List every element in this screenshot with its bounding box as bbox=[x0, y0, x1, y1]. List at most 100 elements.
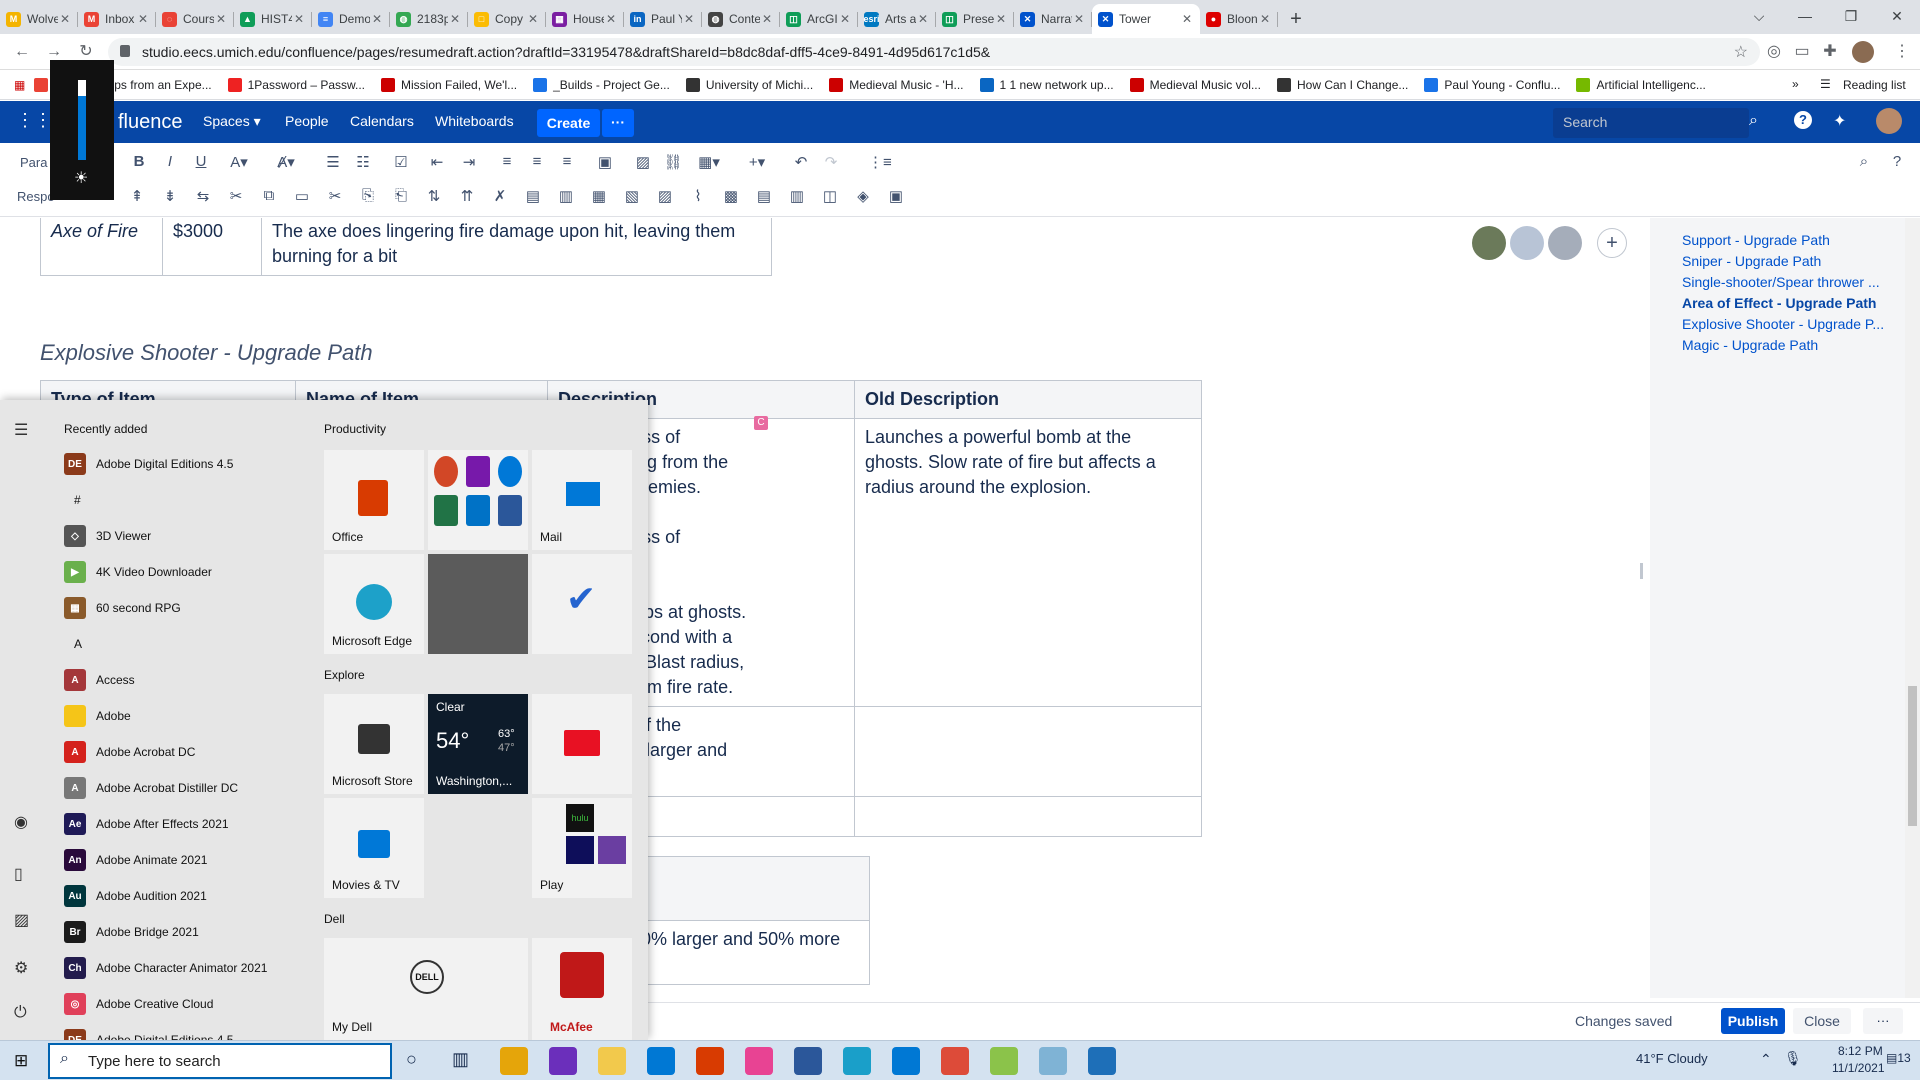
toolbar-help-icon[interactable]: ? bbox=[1886, 153, 1908, 170]
app-list-item[interactable]: ▶ 4K Video Downloader bbox=[64, 558, 304, 586]
bold-icon[interactable]: B bbox=[128, 153, 150, 170]
link-icon[interactable]: ⛓ bbox=[662, 153, 684, 171]
clock-date[interactable]: 11/1/2021 bbox=[1832, 1061, 1885, 1075]
reading-list-label[interactable]: Reading list bbox=[1843, 78, 1906, 92]
italic-icon[interactable]: I bbox=[159, 153, 181, 170]
close-window-button[interactable]: ✕ bbox=[1874, 0, 1920, 32]
tab-close-icon[interactable]: ✕ bbox=[682, 12, 696, 26]
task-list-icon[interactable]: ☑ bbox=[390, 153, 412, 171]
table-tool-icon[interactable]: ⇆ bbox=[192, 187, 214, 205]
align-right-icon[interactable]: ≡ bbox=[556, 153, 578, 170]
table-cell[interactable] bbox=[854, 706, 1202, 797]
table-tool-icon[interactable]: ⇞ bbox=[126, 187, 148, 205]
tab-close-icon[interactable]: ✕ bbox=[58, 12, 72, 26]
align-left-icon[interactable]: ≡ bbox=[496, 153, 518, 170]
app-list-item[interactable]: Adobe bbox=[64, 702, 304, 730]
browser-tab[interactable]: ▲ HIST49✕ bbox=[234, 4, 312, 34]
app-list-item[interactable]: ◎ Adobe Creative Cloud bbox=[64, 990, 304, 1018]
settings-icon[interactable]: ⚙ bbox=[14, 958, 28, 978]
windows-start-icon[interactable]: ⊞ bbox=[14, 1051, 28, 1071]
table-tool-icon[interactable]: ◫ bbox=[819, 187, 841, 205]
taskbar-app-icon[interactable] bbox=[647, 1047, 675, 1075]
tile-my-dell[interactable]: DELL My Dell bbox=[324, 938, 528, 1040]
app-list-item[interactable]: DE Adobe Digital Editions 4.5 bbox=[64, 450, 304, 478]
taskbar-app-icon[interactable] bbox=[745, 1047, 773, 1075]
chrome-menu-icon[interactable]: ⋮ bbox=[1890, 40, 1914, 64]
bookmark-item[interactable]: Artificial Intelligenc... bbox=[1576, 77, 1706, 92]
table-tool-icon[interactable]: ⌇ bbox=[687, 187, 709, 205]
tab-close-icon[interactable]: ✕ bbox=[292, 12, 306, 26]
taskbar-weather[interactable]: 41°F Cloudy bbox=[1636, 1051, 1708, 1066]
taskbar-app-icon[interactable] bbox=[794, 1047, 822, 1075]
create-button[interactable]: Create bbox=[537, 109, 600, 137]
collaborator-avatar[interactable] bbox=[1510, 226, 1544, 260]
table-tool-icon[interactable]: ▨ bbox=[654, 187, 676, 205]
table-tool-icon[interactable]: ▭ bbox=[291, 187, 313, 205]
section-heading[interactable]: Explosive Shooter - Upgrade Path bbox=[40, 340, 373, 366]
tab-close-icon[interactable]: ✕ bbox=[1072, 12, 1086, 26]
table-tool-icon[interactable]: ⎘ bbox=[357, 187, 379, 204]
browser-tab[interactable]: ● Bloons✕ bbox=[1200, 4, 1278, 34]
tile-news[interactable] bbox=[532, 694, 632, 794]
taskbar-app-icon[interactable] bbox=[941, 1047, 969, 1075]
tab-close-icon[interactable]: ✕ bbox=[760, 12, 774, 26]
documents-icon[interactable]: ▯ bbox=[14, 864, 23, 884]
nav-whiteboards[interactable]: Whiteboards bbox=[435, 113, 514, 129]
toolbar-search-icon[interactable]: ⌕ bbox=[1853, 153, 1875, 170]
resize-handle[interactable] bbox=[1640, 563, 1643, 579]
browser-tab[interactable]: ◍ Conten✕ bbox=[702, 4, 780, 34]
user-icon[interactable]: ◉ bbox=[14, 812, 28, 832]
back-button[interactable]: ← bbox=[10, 40, 34, 64]
collaborator-avatar[interactable] bbox=[1472, 226, 1506, 260]
browser-tab[interactable]: ✕ Tower ✕ bbox=[1092, 4, 1200, 34]
table-tool-icon[interactable]: ▥ bbox=[786, 187, 808, 205]
app-list-item[interactable]: Br Adobe Bridge 2021 bbox=[64, 918, 304, 946]
insert-more-icon[interactable]: +▾ bbox=[746, 153, 768, 171]
table-tool-icon[interactable]: ⇅ bbox=[423, 187, 445, 205]
app-list-item[interactable]: A Adobe Acrobat DC bbox=[64, 738, 304, 766]
collaborator-avatar[interactable] bbox=[1548, 226, 1582, 260]
table-tool-icon[interactable]: ▧ bbox=[621, 187, 643, 205]
bullet-list-icon[interactable]: ☰ bbox=[322, 153, 344, 171]
outdent-icon[interactable]: ⇤ bbox=[426, 153, 448, 171]
table-tool-icon[interactable]: ▦ bbox=[588, 187, 610, 205]
tab-close-icon[interactable]: ✕ bbox=[526, 12, 540, 26]
confluence-logo[interactable]: fluence bbox=[118, 111, 183, 134]
table-tool-icon[interactable]: ✗ bbox=[489, 187, 511, 205]
close-button[interactable]: Close bbox=[1793, 1008, 1851, 1034]
cortana-icon[interactable]: ○ bbox=[406, 1049, 417, 1070]
taskbar-app-icon[interactable] bbox=[843, 1047, 871, 1075]
new-tab-button[interactable]: + bbox=[1278, 4, 1314, 34]
tile-weather[interactable]: Clear 54° 63° 47° Washington,... bbox=[428, 694, 528, 794]
comment-marker[interactable]: C bbox=[754, 416, 768, 430]
taskbar-app-icon[interactable] bbox=[549, 1047, 577, 1075]
table-cell[interactable]: The axe does lingering fire damage upon … bbox=[261, 218, 772, 276]
browser-tab[interactable]: □ Copy o✕ bbox=[468, 4, 546, 34]
nav-spaces[interactable]: Spaces ▾ bbox=[203, 113, 261, 130]
tile-mcafee[interactable]: McAfee bbox=[532, 938, 632, 1040]
table-tool-icon[interactable]: ▥ bbox=[555, 187, 577, 205]
help-icon[interactable]: ? bbox=[1794, 111, 1812, 129]
browser-tab[interactable]: ◍ 2183p ✕ bbox=[390, 4, 468, 34]
table-tool-icon[interactable]: ⎗ bbox=[390, 187, 412, 204]
cast-icon[interactable]: ▭ bbox=[1790, 40, 1814, 64]
taskbar-app-icon[interactable] bbox=[598, 1047, 626, 1075]
tab-close-icon[interactable]: ✕ bbox=[370, 12, 384, 26]
tab-close-icon[interactable]: ✕ bbox=[916, 12, 930, 26]
minimize-button[interactable]: — bbox=[1782, 0, 1828, 32]
taskbar-app-icon[interactable] bbox=[892, 1047, 920, 1075]
bookmark-item[interactable]: Mission Failed, We'l... bbox=[381, 77, 517, 92]
numbered-list-icon[interactable]: ☷ bbox=[352, 153, 374, 171]
text-color-icon[interactable]: A▾ bbox=[228, 153, 250, 171]
paragraph-style-dropdown[interactable]: Para bbox=[20, 155, 47, 170]
taskbar-search-input[interactable]: Type here to search bbox=[48, 1043, 392, 1079]
find-replace-icon[interactable]: ⋮≡ bbox=[868, 153, 892, 171]
tab-search-chevron[interactable]: ⌵ bbox=[1736, 0, 1782, 32]
bookmarks-overflow-icon[interactable]: » bbox=[1792, 77, 1799, 91]
nav-people[interactable]: People bbox=[285, 113, 329, 129]
table-tool-icon[interactable]: ◈ bbox=[852, 187, 874, 205]
table-cell[interactable]: $3000 bbox=[162, 218, 262, 276]
browser-tab[interactable]: ▦ House✕ bbox=[546, 4, 624, 34]
table-cell[interactable]: Axe of Fire bbox=[40, 218, 163, 276]
toc-item[interactable]: Single-shooter/Spear thrower ... bbox=[1682, 274, 1880, 290]
